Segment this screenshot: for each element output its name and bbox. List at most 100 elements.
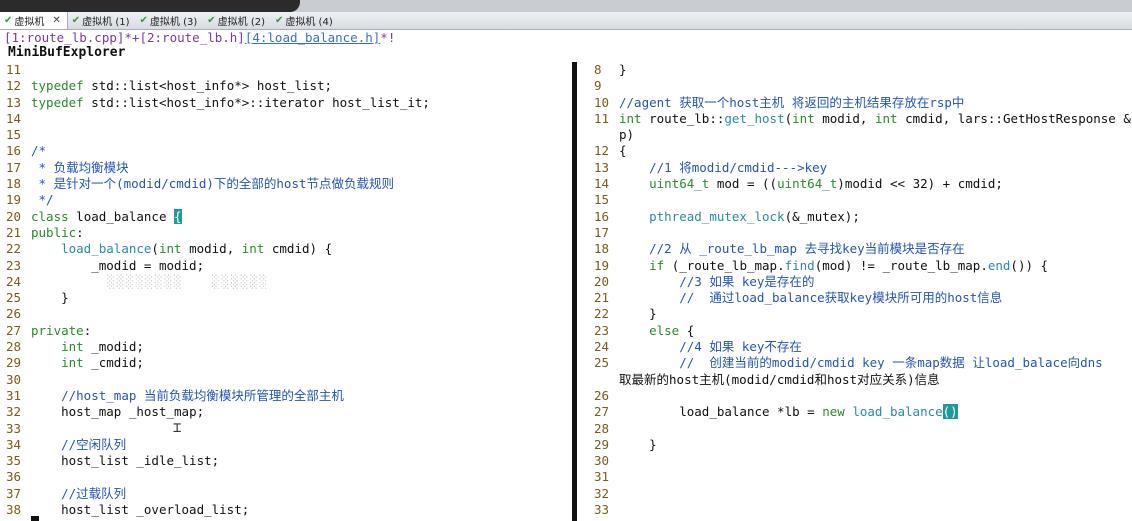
code-line[interactable]: 37 //过载队列 xyxy=(6,486,572,502)
line-text: * 是针对一个(modid/cmdid)下的全部的host节点做负载规则 xyxy=(31,176,395,192)
editor-left-pane[interactable]: 11 12 typedef std::list<host_info*> host_l… xyxy=(6,62,572,518)
code-line[interactable]: 取最新的host主机(modid/cmdid和host对应关系)信息 xyxy=(594,372,1132,388)
code-line[interactable]: 24 //4 如果 key不存在 xyxy=(594,339,1132,355)
line-text: //空闲队列 xyxy=(61,436,127,452)
code-line[interactable]: 25 // 创建当前的modid/cmdid key 一条map数据 让load… xyxy=(594,355,1132,371)
buffer-entries[interactable]: [1:route_lb.cpp]*+[2:route_lb.h] xyxy=(4,30,245,45)
code-line[interactable]: 28 int _modid; xyxy=(6,339,572,355)
code-line[interactable]: 19 if (_route_lb_map.find(mod) != _route… xyxy=(594,258,1132,274)
tab-vm-3[interactable]: ✔ 虚拟机 (3) xyxy=(136,12,204,29)
line-number: 38 xyxy=(6,502,22,518)
line-text: /* xyxy=(31,143,47,159)
line-number: 28 xyxy=(6,339,22,355)
line-text: _modid = modid; xyxy=(91,257,205,273)
line-number: 30 xyxy=(594,453,610,469)
close-tab-icon[interactable]: ✕ xyxy=(52,15,60,26)
code-line[interactable]: 22 load_balance(int modid, int cmdid) { xyxy=(6,241,572,257)
code-line[interactable]: 21 // 通过load_balance获取key模块所可用的host信息 xyxy=(594,290,1132,306)
line-text: private: xyxy=(31,322,92,338)
code-line[interactable]: 27 private: xyxy=(6,323,572,339)
code-line[interactable]: 31 //host_map 当前负载均衡模块所管理的全部主机 xyxy=(6,388,572,404)
code-line[interactable]: 29 int _cmdid; xyxy=(6,355,572,371)
code-line[interactable]: 29 } xyxy=(594,437,1132,453)
code-line[interactable]: 31 xyxy=(594,469,1132,485)
line-text: //3 如果 key是存在的 xyxy=(679,273,815,289)
line-number: 15 xyxy=(6,127,22,143)
code-line[interactable]: 17 * 负载均衡模块 xyxy=(6,160,572,176)
code-line[interactable]: 25 } xyxy=(6,290,572,306)
line-number: 14 xyxy=(6,110,22,126)
code-line[interactable]: 32 xyxy=(594,486,1132,502)
code-line[interactable]: 20 class load_balance { xyxy=(6,208,572,225)
tab-vm-1[interactable]: ✔ 虚拟机 (1) xyxy=(68,12,136,29)
code-line[interactable]: 16 /* xyxy=(6,143,572,159)
code-line[interactable]: 10 //agent 获取一个host主机 将返回的主机结果存放在rsp中 xyxy=(594,95,1132,111)
code-line[interactable]: 24 ░░░░░░░░ ░░░░░░ xyxy=(6,274,572,290)
code-line[interactable]: 28 xyxy=(594,421,1132,437)
line-number: 21 xyxy=(6,224,22,240)
line-text: } xyxy=(619,62,627,77)
line-text: { xyxy=(619,143,627,159)
code-line[interactable]: 33 xyxy=(594,502,1132,518)
tab-vm-4[interactable]: ✔ 虚拟机 (4) xyxy=(271,12,339,29)
line-number: 15 xyxy=(594,192,610,208)
line-number: 26 xyxy=(6,306,22,322)
code-line[interactable]: 23 _modid = modid; xyxy=(6,258,572,274)
line-number: 37 xyxy=(6,485,22,501)
line-number: 25 xyxy=(6,290,22,306)
line-text: class load_balance { xyxy=(31,208,182,224)
code-line[interactable]: 12 { xyxy=(594,143,1132,159)
code-line[interactable]: 13 //1 将modid/cmdid--->key xyxy=(594,160,1132,176)
line-number: 12 xyxy=(594,143,610,159)
code-line[interactable]: 9 xyxy=(594,78,1132,94)
code-line[interactable]: 30 xyxy=(6,372,572,388)
code-line[interactable]: 33 xyxy=(6,421,572,437)
code-line[interactable]: 26 xyxy=(594,388,1132,404)
code-line[interactable]: 38 host_list _overload_list; xyxy=(6,502,572,518)
minibuf-explorer-title: MiniBufExplorer xyxy=(8,45,126,60)
code-line[interactable]: 12 typedef std::list<host_info*> host_lis… xyxy=(6,78,572,94)
code-line[interactable]: 21 public: xyxy=(6,225,572,241)
tab-vm-2[interactable]: ✔ 虚拟机 (2) xyxy=(203,12,271,29)
code-line[interactable]: p) xyxy=(594,127,1132,143)
editor-right-pane[interactable]: 8} 9 10//agent 获取一个host主机 将返回的主机结果存放在rsp中 1… xyxy=(594,62,1132,518)
code-line[interactable]: 27 load_balance *lb = new load_balance() xyxy=(594,404,1132,420)
code-line[interactable]: 16 pthread_mutex_lock(&_mutex); xyxy=(594,209,1132,225)
code-line[interactable]: 15 xyxy=(594,192,1132,208)
redacted-line: ░░░░░░░░ ░░░░░░ xyxy=(31,273,270,289)
current-buffer-entry[interactable]: [4:load_balance.h] xyxy=(245,30,380,45)
code-line[interactable]: 8} xyxy=(594,62,1132,78)
minibuf-buffer-list[interactable]: [1:route_lb.cpp]*+[2:route_lb.h][4:load_… xyxy=(4,30,395,45)
line-number: 22 xyxy=(6,241,22,257)
line-number: 26 xyxy=(594,387,610,403)
vertical-split-divider[interactable] xyxy=(572,62,577,521)
code-line[interactable]: 13 typedef std::list<host_info*>::iterato… xyxy=(6,95,572,111)
code-line[interactable]: 30 xyxy=(594,453,1132,469)
code-line[interactable]: 36 xyxy=(6,469,572,485)
code-line[interactable]: 18 * 是针对一个(modid/cmdid)下的全部的host节点做负载规则 xyxy=(6,176,572,192)
line-number: 24 xyxy=(594,339,610,355)
code-line[interactable]: 11 xyxy=(6,62,572,78)
code-line[interactable]: 22 } xyxy=(594,306,1132,322)
line-number: 21 xyxy=(594,290,610,306)
code-line[interactable]: 32 host_map _host_map; xyxy=(6,404,572,420)
code-line[interactable]: 19 */ xyxy=(6,192,572,208)
line-text: //agent 获取一个host主机 将返回的主机结果存放在rsp中 xyxy=(619,94,965,110)
code-line[interactable]: 11 int route_lb::get_host(int modid, int … xyxy=(594,111,1132,127)
code-line[interactable]: 20 //3 如果 key是存在的 xyxy=(594,274,1132,290)
line-number: 13 xyxy=(594,159,610,175)
code-line[interactable]: 14 xyxy=(6,111,572,127)
code-line[interactable]: 35 host_list _idle_list; xyxy=(6,453,572,469)
tab-vm-0[interactable]: ✔ 虚拟机 ✕ xyxy=(0,12,68,29)
code-line[interactable]: 14 uint64_t mod = ((uint64_t)modid << 32… xyxy=(594,176,1132,192)
line-number: 20 xyxy=(594,273,610,289)
line-number: 11 xyxy=(6,62,22,77)
code-line[interactable]: 17 xyxy=(594,225,1132,241)
code-line[interactable]: 18 //2 从 _route_lb_map 去寻找key当前模块是否存在 xyxy=(594,241,1132,257)
code-line[interactable]: 23 else { xyxy=(594,323,1132,339)
line-text: */ xyxy=(31,192,54,208)
line-text: ░░░░░░░░ ░░░░░░ xyxy=(31,274,269,289)
code-line[interactable]: 15 xyxy=(6,127,572,143)
code-line[interactable]: 34 //空闲队列 xyxy=(6,437,572,453)
code-line[interactable]: 26 xyxy=(6,306,572,322)
